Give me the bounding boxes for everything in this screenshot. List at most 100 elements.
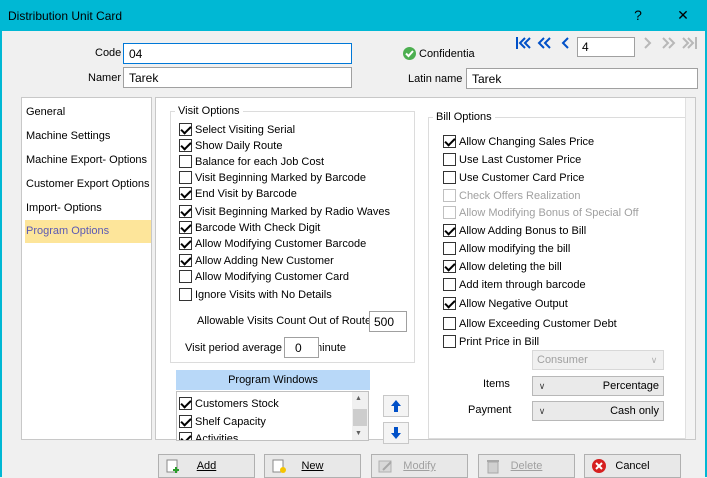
- bill-option-customer-card-price[interactable]: Use Customer Card Price: [443, 170, 584, 185]
- visit-option-modify-barcode[interactable]: Allow Modifying Customer Barcode: [179, 236, 366, 251]
- program-window-activities[interactable]: Activities: [179, 431, 238, 440]
- bill-option-modify-bonus-special: Allow Modifying Bonus of Special Off: [443, 205, 639, 220]
- visit-option-end-barcode[interactable]: End Visit by Barcode: [179, 186, 297, 201]
- bill-option-changing-sales-price[interactable]: Allow Changing Sales Price: [443, 134, 594, 149]
- checkbox[interactable]: [443, 278, 456, 291]
- cancel-icon: [592, 459, 606, 473]
- sidebar: General Machine Settings Machine Export-…: [21, 97, 152, 440]
- checkbox-label: Ignore Visits with No Details: [195, 288, 332, 301]
- sidebar-item-import[interactable]: Import- Options: [25, 197, 151, 219]
- move-up-button[interactable]: [383, 395, 409, 417]
- close-button[interactable]: ✕: [668, 4, 698, 26]
- bill-option-delete-bill[interactable]: Allow deleting the bill: [443, 259, 562, 274]
- checkbox[interactable]: [179, 397, 192, 410]
- bill-option-last-customer-price[interactable]: Use Last Customer Price: [443, 152, 581, 167]
- checkbox[interactable]: [443, 224, 456, 237]
- checkbox[interactable]: [443, 260, 456, 273]
- sidebar-item-customer-export[interactable]: Customer Export Options: [25, 173, 151, 195]
- allowable-visits-field[interactable]: 500: [369, 311, 407, 332]
- last-record-button[interactable]: [680, 36, 700, 56]
- cancel-button[interactable]: Cancel: [584, 454, 681, 478]
- name-label: Namer: [88, 72, 122, 84]
- sidebar-item-general[interactable]: General: [25, 101, 151, 123]
- prev-fast-button[interactable]: [534, 36, 554, 56]
- checkbox[interactable]: [443, 335, 456, 348]
- sidebar-item-machine-settings[interactable]: Machine Settings: [25, 125, 151, 147]
- items-dropdown[interactable]: ∨ Percentage: [532, 376, 664, 396]
- scroll-up-icon[interactable]: ▲: [355, 395, 362, 402]
- help-button[interactable]: ?: [623, 4, 653, 26]
- visit-option-show-daily-route[interactable]: Show Daily Route: [179, 138, 282, 153]
- checkbox[interactable]: [179, 187, 192, 200]
- checkbox-label: Allow modifying the bill: [459, 242, 571, 255]
- window-title: Distribution Unit Card: [8, 9, 123, 23]
- checkbox-label: Allow Modifying Bonus of Special Off: [459, 206, 639, 219]
- visit-option-ignore-no-details[interactable]: Ignore Visits with No Details: [179, 287, 332, 302]
- checkbox-label: Barcode With Check Digit: [195, 221, 321, 234]
- visit-option-add-customer[interactable]: Allow Adding New Customer: [179, 253, 334, 268]
- modify-button[interactable]: Modify: [371, 454, 468, 478]
- move-down-button[interactable]: [383, 422, 409, 444]
- next-fast-button[interactable]: [659, 36, 679, 56]
- checkbox[interactable]: [179, 123, 192, 136]
- checkbox[interactable]: [443, 135, 456, 148]
- new-label: New: [301, 460, 324, 472]
- bill-option-exceed-debt[interactable]: Allow Exceeding Customer Debt: [443, 316, 617, 331]
- checkbox[interactable]: [179, 270, 192, 283]
- visit-option-check-digit[interactable]: Barcode With Check Digit: [179, 220, 320, 235]
- items-value: Percentage: [602, 380, 659, 392]
- program-window-customers-stock[interactable]: Customers Stock: [179, 396, 279, 411]
- checkbox-label: Show Daily Route: [195, 139, 283, 152]
- checkbox[interactable]: [179, 221, 192, 234]
- checkbox[interactable]: [443, 297, 456, 310]
- checkbox[interactable]: [443, 153, 456, 166]
- title-bar: Distribution Unit Card ? ✕: [0, 0, 707, 31]
- bill-option-modify-bill[interactable]: Allow modifying the bill: [443, 241, 570, 256]
- latin-name-field[interactable]: Tarek: [466, 68, 698, 89]
- checkbox-label: Add item through barcode: [459, 278, 586, 291]
- sidebar-item-program-options[interactable]: Program Options: [25, 220, 151, 243]
- bill-option-print-price[interactable]: Print Price in Bill: [443, 334, 539, 349]
- code-field[interactable]: 04: [123, 43, 352, 64]
- scrollbar-thumb[interactable]: [353, 409, 367, 426]
- checkbox[interactable]: [179, 237, 192, 250]
- panel-scrollbar[interactable]: [685, 98, 695, 439]
- name-field[interactable]: Tarek: [123, 67, 352, 88]
- checkbox[interactable]: [443, 317, 456, 330]
- first-record-button[interactable]: [513, 36, 533, 56]
- visit-option-select-visiting-serial[interactable]: Select Visiting Serial: [179, 122, 295, 137]
- visit-option-begin-barcode[interactable]: Visit Beginning Marked by Barcode: [179, 170, 366, 185]
- checkbox[interactable]: [179, 415, 192, 428]
- payment-dropdown[interactable]: ∨ Cash only: [532, 401, 664, 421]
- checkbox[interactable]: [179, 171, 192, 184]
- visit-option-radio-waves[interactable]: Visit Beginning Marked by Radio Waves: [179, 204, 390, 219]
- bill-option-item-barcode[interactable]: Add item through barcode: [443, 277, 586, 292]
- checkbox-label: Shelf Capacity: [195, 415, 266, 428]
- scroll-down-icon[interactable]: ▼: [355, 430, 362, 437]
- scrollbar[interactable]: ▲ ▼: [352, 392, 368, 440]
- checkbox[interactable]: [443, 171, 456, 184]
- bill-option-negative-output[interactable]: Allow Negative Output: [443, 296, 568, 311]
- new-button[interactable]: New: [264, 454, 361, 478]
- check-badge-icon: [403, 47, 416, 60]
- prev-record-button[interactable]: [555, 36, 575, 56]
- visit-option-modify-card[interactable]: Allow Modifying Customer Card: [179, 269, 349, 284]
- checkbox[interactable]: [179, 139, 192, 152]
- delete-button[interactable]: Delete: [478, 454, 575, 478]
- checkbox-label: Balance for each Job Cost: [195, 155, 325, 168]
- checkbox[interactable]: [179, 288, 192, 301]
- checkbox[interactable]: [179, 432, 192, 440]
- checkbox[interactable]: [179, 205, 192, 218]
- record-number-field[interactable]: 4: [577, 37, 635, 57]
- next-record-button[interactable]: [638, 36, 658, 56]
- add-button[interactable]: Add: [158, 454, 255, 478]
- checkbox[interactable]: [179, 155, 192, 168]
- items-label: Items: [483, 378, 510, 390]
- visit-period-field[interactable]: 0: [284, 337, 319, 358]
- sidebar-item-machine-export[interactable]: Machine Export- Options: [25, 149, 151, 171]
- program-window-shelf-capacity[interactable]: Shelf Capacity: [179, 414, 266, 429]
- checkbox[interactable]: [443, 242, 456, 255]
- checkbox[interactable]: [179, 254, 192, 267]
- bill-option-adding-bonus[interactable]: Allow Adding Bonus to Bill: [443, 223, 586, 238]
- visit-option-balance-job-cost[interactable]: Balance for each Job Cost: [179, 154, 324, 169]
